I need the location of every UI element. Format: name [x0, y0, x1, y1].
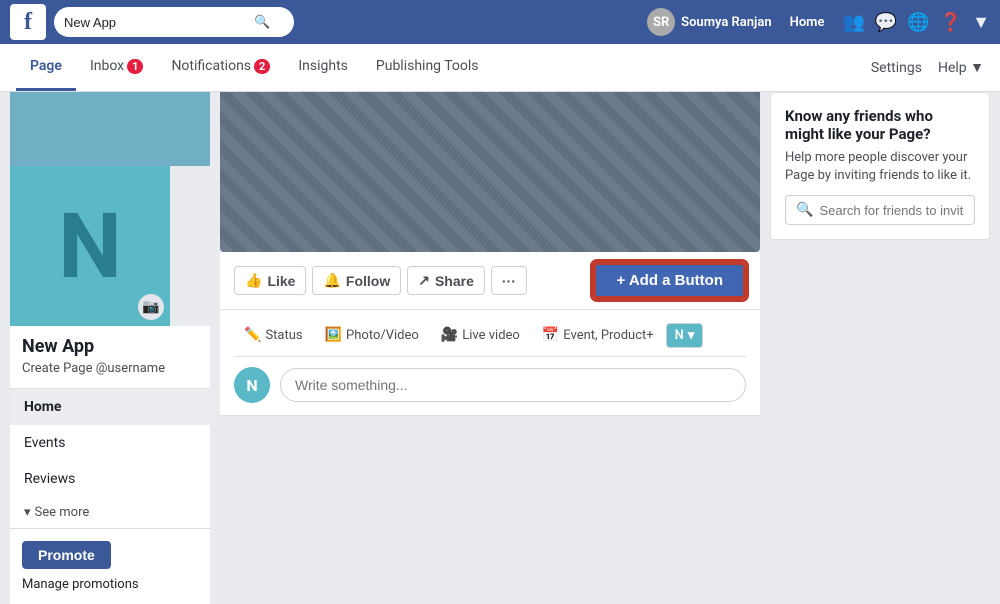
globe-icon[interactable]: 🌐 — [907, 12, 929, 33]
page-content: N 📷 New App Create Page @username Home E… — [10, 92, 990, 604]
cover-photo — [10, 92, 210, 166]
user-name: Soumya Ranjan — [681, 15, 771, 30]
live-video-icon: 🎥 — [441, 327, 458, 343]
tab-inbox[interactable]: Inbox 1 — [76, 44, 158, 91]
tab-insights[interactable]: Insights — [284, 44, 362, 91]
invite-friends-card: Know any friends who might like your Pag… — [770, 92, 990, 240]
composer-dropdown-icon: ▾ — [688, 328, 695, 343]
inbox-badge: 1 — [127, 59, 143, 74]
home-link[interactable]: Home — [782, 15, 833, 30]
fb-logo-letter: f — [24, 9, 32, 36]
chevron-down-icon: ▾ — [24, 505, 31, 520]
friend-search-input[interactable] — [819, 203, 964, 218]
page-name: New App — [10, 326, 210, 361]
composer-avatar-letter: N — [675, 328, 684, 343]
avatar: SR — [647, 8, 675, 36]
like-icon: 👍 — [245, 272, 262, 289]
profile-section: New App Create Page @username — [10, 326, 210, 388]
camera-icon[interactable]: 📷 — [138, 294, 164, 320]
see-more-button[interactable]: ▾ See more — [10, 497, 210, 528]
photo-icon: 🖼️ — [325, 327, 342, 343]
add-a-button[interactable]: + Add a Button — [593, 262, 746, 299]
search-bar[interactable]: 🔍 — [54, 7, 294, 37]
notifications-badge: 2 — [254, 59, 270, 74]
page-navigation: Page Inbox 1 Notifications 2 Insights Pu… — [0, 44, 1000, 92]
cover-photo-pattern — [220, 92, 760, 252]
follow-icon: 🔔 — [323, 272, 340, 289]
friend-search-bar[interactable]: 🔍 — [785, 195, 975, 225]
sidebar-navigation: Home Events Reviews ▾ See more — [10, 388, 210, 528]
tab-photo-video[interactable]: 🖼️ Photo/Video — [315, 322, 429, 348]
sidebar-item-reviews[interactable]: Reviews — [10, 461, 210, 497]
search-icon: 🔍 — [254, 15, 270, 30]
friend-search-icon: 🔍 — [796, 202, 813, 218]
sidebar-item-events[interactable]: Events — [10, 425, 210, 461]
composer-tabs: ✏️ Status 🖼️ Photo/Video 🎥 Live video 📅 … — [234, 322, 746, 357]
friends-icon[interactable]: 👥 — [842, 12, 864, 33]
top-navigation: f 🔍 SR Soumya Ranjan Home 👥 💬 🌐 ❓ ▼ — [0, 0, 1000, 44]
sidebar-item-home[interactable]: Home — [10, 389, 210, 425]
profile-picture: N 📷 — [10, 166, 170, 326]
nav-dropdown-icon[interactable]: ▼ — [972, 12, 990, 33]
page-nav-right: Settings Help ▼ — [871, 59, 984, 76]
status-icon: ✏️ — [244, 327, 261, 343]
invite-friends-title: Know any friends who might like your Pag… — [785, 107, 975, 143]
like-button[interactable]: 👍 Like — [234, 266, 306, 295]
tab-notifications[interactable]: Notifications 2 — [157, 44, 284, 91]
left-sidebar: N 📷 New App Create Page @username Home E… — [10, 92, 210, 604]
center-content: 👍 Like 🔔 Follow ↗ Share ··· + Add a Butt… — [210, 92, 770, 604]
more-button[interactable]: ··· — [491, 266, 527, 295]
composer-selector[interactable]: N ▾ — [666, 323, 704, 348]
action-bar: 👍 Like 🔔 Follow ↗ Share ··· + Add a Butt… — [220, 252, 760, 310]
share-icon: ↗ — [418, 272, 430, 289]
profile-letter: N — [58, 194, 122, 299]
post-composer: ✏️ Status 🖼️ Photo/Video 🎥 Live video 📅 … — [220, 310, 760, 416]
page-nav-tabs: Page Inbox 1 Notifications 2 Insights Pu… — [16, 44, 871, 91]
follow-button[interactable]: 🔔 Follow — [312, 266, 401, 295]
manage-promotions-link[interactable]: Manage promotions — [22, 569, 198, 592]
messenger-icon[interactable]: 💬 — [875, 12, 897, 33]
search-input[interactable] — [64, 15, 254, 30]
help-icon[interactable]: ❓ — [940, 12, 962, 33]
help-link[interactable]: Help ▼ — [938, 59, 984, 76]
promote-section: Promote Manage promotions — [10, 528, 210, 604]
tab-status[interactable]: ✏️ Status — [234, 322, 313, 348]
promote-button[interactable]: Promote — [22, 541, 111, 569]
cover-photo-main — [220, 92, 760, 252]
share-button[interactable]: ↗ Share — [407, 266, 485, 295]
tab-event-product[interactable]: 📅 Event, Product+ — [532, 322, 664, 348]
user-info: SR Soumya Ranjan — [647, 8, 771, 36]
tab-page[interactable]: Page — [16, 44, 76, 91]
composer-avatar: N — [234, 367, 270, 403]
event-icon: 📅 — [542, 327, 559, 343]
settings-link[interactable]: Settings — [871, 60, 922, 76]
right-panel: Know any friends who might like your Pag… — [770, 92, 990, 604]
invite-friends-description: Help more people discover your Page by i… — [785, 149, 975, 185]
cover-profile-wrapper: N 📷 — [10, 92, 210, 326]
tab-publishing-tools[interactable]: Publishing Tools — [362, 44, 493, 91]
action-buttons-left: 👍 Like 🔔 Follow ↗ Share ··· — [234, 266, 527, 295]
composer-text-input[interactable] — [280, 368, 746, 402]
tab-live-video[interactable]: 🎥 Live video — [431, 322, 530, 348]
page-username: Create Page @username — [10, 361, 210, 388]
composer-input-row: N — [234, 367, 746, 403]
facebook-logo: f — [10, 4, 46, 40]
